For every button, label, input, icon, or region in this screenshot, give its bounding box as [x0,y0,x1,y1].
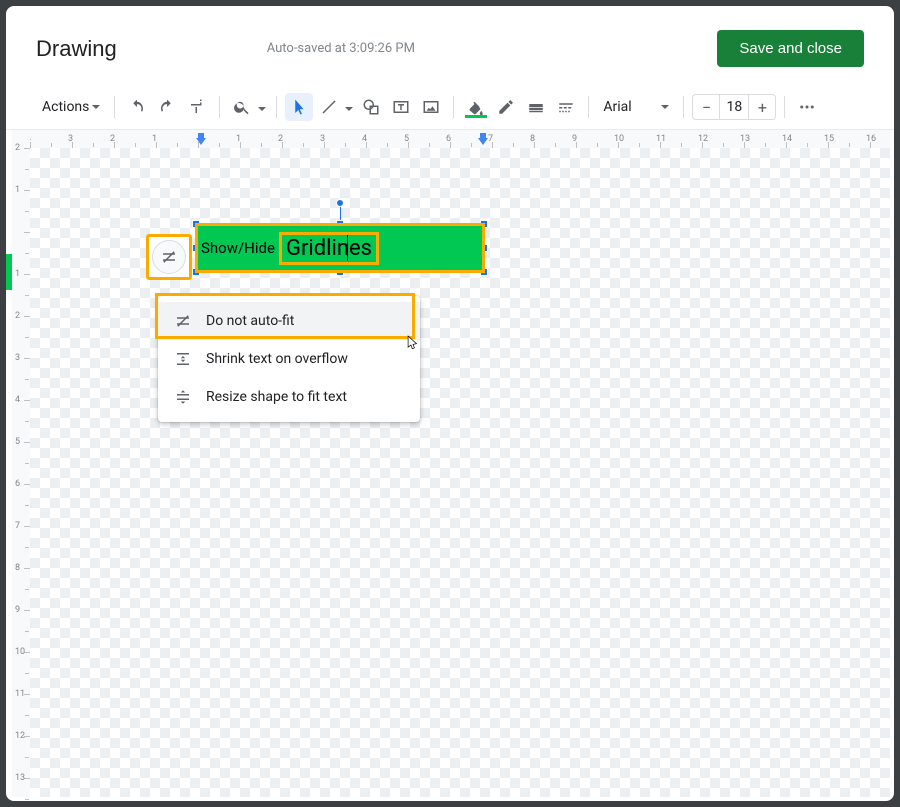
ruler-tick: 6 [12,484,30,526]
toolbar-separator [453,96,454,118]
ruler-tick: 13 [12,778,30,801]
do-not-autofit-icon [174,312,192,330]
cursor-icon [290,98,308,116]
autosave-status: Auto-saved at 3:09:26 PM [267,41,415,56]
line-dash-icon [557,98,575,116]
toolbar-separator [114,96,115,118]
ruler-tick: 8 [12,568,30,610]
zoom-dropdown[interactable] [228,93,268,121]
actions-menu-button[interactable]: Actions [36,95,106,119]
ruler-tick: 7 [12,526,30,568]
select-tool-button[interactable] [285,93,313,121]
ruler-tick: 12 [12,736,30,778]
border-color-button[interactable] [492,93,520,121]
shape-tool-button[interactable] [357,93,385,121]
dialog-header: Drawing Auto-saved at 3:09:26 PM Save an… [6,6,894,85]
toolbar-separator [219,96,220,118]
image-icon [422,98,440,116]
image-button[interactable] [417,93,445,121]
rotate-handle[interactable] [336,199,344,207]
ruler-tick: 1 [12,274,30,316]
menu-item-resize-shape[interactable]: Resize shape to fit text [158,378,420,416]
border-weight-button[interactable] [522,93,550,121]
undo-icon [128,98,146,116]
line-weight-icon [527,98,545,116]
zoom-icon-wrap [228,93,256,121]
autofit-menu: Do not auto-fit Shrink text on overflow … [158,296,420,422]
ruler-tick: 9 [12,610,30,652]
drawing-dialog: Drawing Auto-saved at 3:09:26 PM Save an… [6,6,894,801]
toolbar-separator [276,96,277,118]
toolbar-separator [784,96,785,118]
ruler-tick: 4 [12,400,30,442]
zoom-icon [233,98,251,116]
drawing-canvas[interactable]: Show/Hide Gridlines [30,148,890,797]
vertical-ruler[interactable]: 2112345678910111213 [12,148,30,797]
menu-item-do-not-autofit[interactable]: Do not auto-fit [158,302,420,340]
text-box-button[interactable] [387,93,415,121]
caret-down-icon [258,107,266,111]
toolbar: Actions [6,85,894,129]
ruler-tick: 1 [12,190,30,232]
line-tool-icon-wrap [315,93,343,121]
font-size-group: − 18 + [692,94,776,120]
caret-down-icon [661,105,669,109]
line-icon [320,98,338,116]
line-tool-dropdown[interactable] [315,93,355,121]
paint-roller-icon [188,98,206,116]
toolbar-separator [683,96,684,118]
redo-icon [158,98,176,116]
text-caret [347,235,348,261]
paint-format-button[interactable] [183,93,211,121]
font-size-increase-button[interactable]: + [749,95,775,119]
fill-color-button[interactable] [462,93,490,121]
canvas-area: 432112345678910111213141516 211234567891… [6,129,894,801]
ruler-tick [12,232,30,274]
redo-button[interactable] [153,93,181,121]
paint-bucket-icon [467,98,485,116]
mouse-cursor-icon [406,334,420,352]
actions-label: Actions [42,99,89,115]
caret-down-icon [345,107,353,111]
shape-text-highlighted[interactable]: Gridlines [279,232,379,265]
ruler-tick: 5 [12,442,30,484]
horizontal-ruler[interactable]: 432112345678910111213141516 [30,130,890,148]
font-size-input[interactable]: 18 [719,95,749,119]
shapes-icon [362,98,380,116]
menu-item-label: Resize shape to fit text [206,389,347,405]
font-family-value: Arial [603,99,631,115]
caret-down-icon [92,105,100,109]
more-horizontal-icon [798,98,816,116]
menu-item-label: Do not auto-fit [206,313,294,329]
shape-text-left[interactable]: Show/Hide [201,239,275,257]
shape-body[interactable]: Show/Hide Gridlines [197,225,483,271]
menu-item-shrink-text[interactable]: Shrink text on overflow [158,340,420,378]
menu-item-label: Shrink text on overflow [206,351,348,367]
pencil-icon [497,98,515,116]
resize-shape-icon [174,388,192,406]
rotate-connector [340,205,341,221]
border-dash-button[interactable] [552,93,580,121]
selected-shape[interactable]: Show/Hide Gridlines [195,223,485,273]
more-options-button[interactable] [793,93,821,121]
ruler-tick: 2 [12,148,30,190]
do-not-autofit-icon [160,248,178,266]
autofit-options-button[interactable] [146,234,192,280]
font-family-select[interactable]: Arial [597,99,675,115]
ruler-tick: 11 [12,694,30,736]
font-size-decrease-button[interactable]: − [693,95,719,119]
dialog-title: Drawing [36,36,117,62]
ruler-tick: 3 [12,358,30,400]
undo-button[interactable] [123,93,151,121]
toolbar-separator [588,96,589,118]
shrink-text-icon [174,350,192,368]
ruler-tick: 2 [12,316,30,358]
save-and-close-button[interactable]: Save and close [717,30,864,67]
ruler-tick: 10 [12,652,30,694]
text-box-icon [392,98,410,116]
